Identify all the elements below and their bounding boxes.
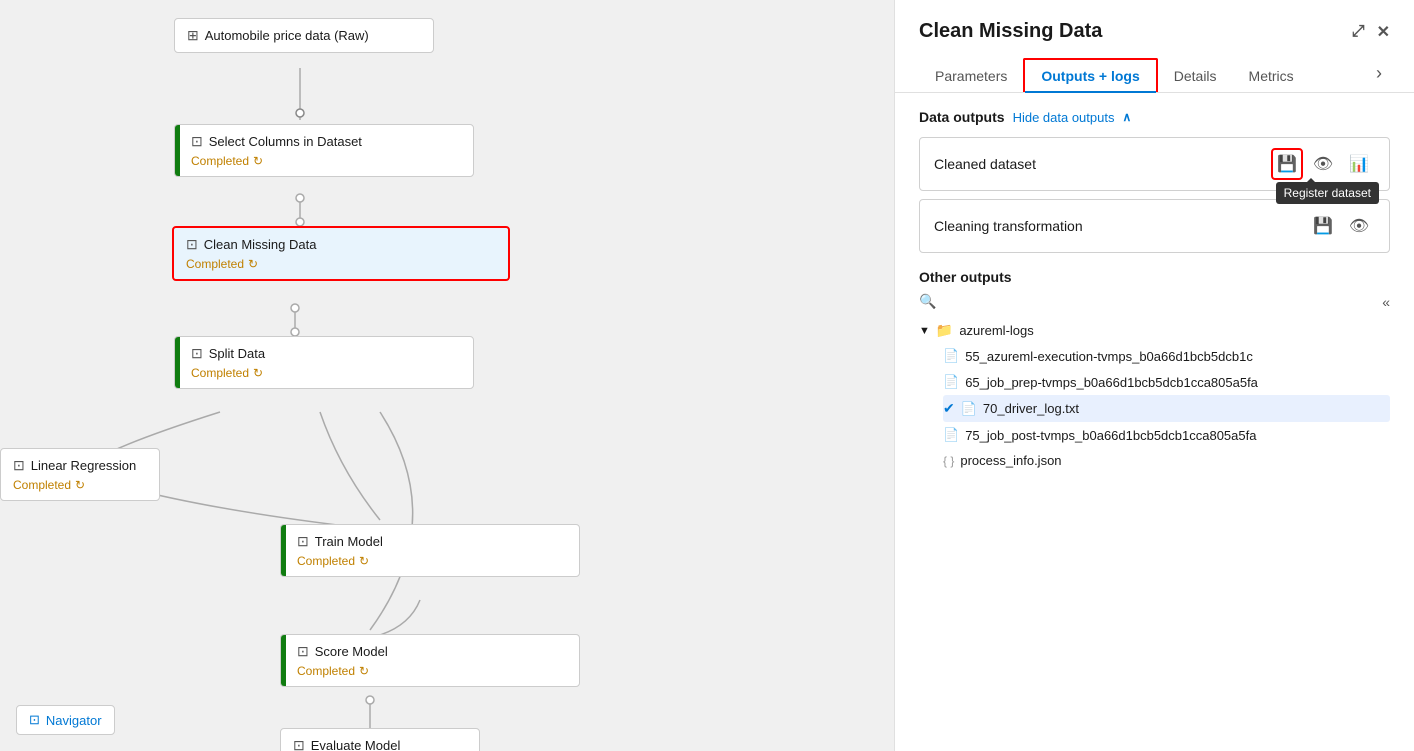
panel-body: Data outputs Hide data outputs ∧ Cleaned… xyxy=(895,93,1414,751)
azureml-logs-folder: ▼ 📁 azureml-logs 📄 55_azureml-execution-… xyxy=(919,318,1390,473)
panel-header: Clean Missing Data ⤢ ✕ Parameters Output… xyxy=(895,0,1414,93)
panel-title-text: Clean Missing Data xyxy=(919,20,1102,43)
chart-icon: 📊 xyxy=(1349,154,1369,174)
file-55[interactable]: 📄 55_azureml-execution-tvmps_b0a66d1bcb5… xyxy=(943,343,1390,369)
cleaned-dataset-label: Cleaned dataset xyxy=(934,156,1036,172)
navigator-icon: ⊡ xyxy=(29,712,40,728)
refresh-icon: ↻ xyxy=(75,478,85,492)
module-icon: ⊡ xyxy=(297,533,309,550)
node-train-model[interactable]: ⊡ Train Model Completed ↻ xyxy=(280,524,580,577)
refresh-icon: ↻ xyxy=(253,366,263,380)
panel-tabs: Parameters Outputs + logs Details Metric… xyxy=(919,55,1390,92)
search-icon: 🔍 xyxy=(919,293,936,310)
status-bar xyxy=(281,635,286,686)
file-70[interactable]: ✔ 📄 70_driver_log.txt xyxy=(943,395,1390,422)
file-process-info[interactable]: { } process_info.json xyxy=(943,448,1390,473)
node-select-columns[interactable]: ⊡ Select Columns in Dataset Completed ↻ xyxy=(174,124,474,177)
file-75[interactable]: 📄 75_job_post-tvmps_b0a66d1bcb5dcb1cca80… xyxy=(943,422,1390,448)
file-label: 70_driver_log.txt xyxy=(983,401,1390,416)
node-score-model[interactable]: ⊡ Score Model Completed ↻ xyxy=(280,634,580,687)
visualize-button[interactable]: 📊 xyxy=(1343,148,1375,180)
refresh-icon: ↻ xyxy=(359,554,369,568)
file-label: 75_job_post-tvmps_b0a66d1bcb5dcb1cca805a… xyxy=(965,428,1390,443)
node-status: Completed ↻ xyxy=(297,664,567,678)
refresh-icon: ↻ xyxy=(359,664,369,678)
node-automobile-price[interactable]: ⊞ Automobile price data (Raw) xyxy=(174,18,434,53)
json-file-icon: { } xyxy=(943,454,954,468)
data-icon: ⊞ xyxy=(187,27,199,44)
tabs-next-icon[interactable]: › xyxy=(1368,55,1390,92)
file-label: process_info.json xyxy=(960,453,1390,468)
save-icon: 💾 xyxy=(1277,154,1297,174)
data-outputs-label: Data outputs xyxy=(919,109,1005,125)
tab-outputs-logs[interactable]: Outputs + logs xyxy=(1023,58,1157,92)
file-label: 65_job_prep-tvmps_b0a66d1bcb5dcb1cca805a… xyxy=(965,375,1390,390)
check-icon: ✔ xyxy=(943,400,955,417)
register-tooltip: Register dataset xyxy=(1276,182,1379,204)
node-status: Completed ↻ xyxy=(191,366,461,380)
panel-title-row: Clean Missing Data ⤢ ✕ xyxy=(919,20,1390,43)
file-icon: 📄 xyxy=(943,427,959,443)
node-linear-regression[interactable]: ⊡ Linear Regression Completed ↻ xyxy=(0,448,160,501)
other-outputs-label: Other outputs xyxy=(919,269,1012,285)
other-outputs-search-row: 🔍 « xyxy=(919,293,1390,310)
node-clean-missing-data[interactable]: ⊡ Clean Missing Data Completed ↻ xyxy=(172,226,510,281)
data-output-cleaning-transformation: Cleaning transformation 💾 👁 xyxy=(919,199,1390,253)
refresh-icon: ↻ xyxy=(248,257,258,271)
file-icon: 📄 xyxy=(943,374,959,390)
file-icon: 📄 xyxy=(943,348,959,364)
node-split-data[interactable]: ⊡ Split Data Completed ↻ xyxy=(174,336,474,389)
close-icon[interactable]: ✕ xyxy=(1377,22,1390,42)
cleaning-transformation-label: Cleaning transformation xyxy=(934,218,1083,234)
right-panel: Clean Missing Data ⤢ ✕ Parameters Output… xyxy=(894,0,1414,751)
file-65[interactable]: 📄 65_job_prep-tvmps_b0a66d1bcb5dcb1cca80… xyxy=(943,369,1390,395)
cleaning-transformation-actions: 💾 👁 xyxy=(1307,210,1375,242)
module-icon: ⊡ xyxy=(293,737,305,751)
chevron-down-icon: ▼ xyxy=(919,325,930,337)
folder-children: 📄 55_azureml-execution-tvmps_b0a66d1bcb5… xyxy=(943,343,1390,473)
cleaned-dataset-actions: 💾 👁 📊 xyxy=(1271,148,1375,180)
file-label: 55_azureml-execution-tvmps_b0a66d1bcb5dc… xyxy=(965,349,1390,364)
register-dataset-button[interactable]: 💾 xyxy=(1271,148,1303,180)
tab-parameters[interactable]: Parameters xyxy=(919,60,1023,92)
file-icon: 📄 xyxy=(961,401,977,417)
module-icon: ⊡ xyxy=(191,133,203,150)
node-status: Completed ↻ xyxy=(13,478,147,492)
save-icon: 💾 xyxy=(1313,216,1333,236)
collapse-icon[interactable]: « xyxy=(1382,294,1390,310)
module-icon: ⊡ xyxy=(13,457,25,474)
node-status: Completed ↻ xyxy=(186,257,496,271)
node-status: Completed ↻ xyxy=(297,554,567,568)
module-icon: ⊡ xyxy=(186,236,198,253)
other-outputs-section: Other outputs 🔍 « ▼ 📁 azureml-logs xyxy=(919,269,1390,473)
view-output-button[interactable]: 👁 xyxy=(1307,148,1339,180)
eye-icon: 👁 xyxy=(1349,216,1369,236)
hide-data-outputs-link[interactable]: Hide data outputs xyxy=(1013,110,1115,125)
pipeline-canvas: ⊞ Automobile price data (Raw) ⊡ Select C… xyxy=(0,0,894,751)
data-output-cleaned-dataset: Cleaned dataset 💾 👁 📊 Register dataset xyxy=(919,137,1390,191)
other-outputs-header: Other outputs xyxy=(919,269,1390,285)
eye-icon: 👁 xyxy=(1313,154,1333,174)
tab-details[interactable]: Details xyxy=(1158,60,1233,92)
register-transformation-button[interactable]: 💾 xyxy=(1307,210,1339,242)
refresh-icon: ↻ xyxy=(253,154,263,168)
panel-title-icons: ⤢ ✕ xyxy=(1352,22,1390,42)
module-icon: ⊡ xyxy=(191,345,203,362)
expand-icon[interactable]: ⤢ xyxy=(1352,23,1365,41)
module-icon: ⊡ xyxy=(297,643,309,660)
folder-label: azureml-logs xyxy=(959,323,1033,338)
tab-metrics[interactable]: Metrics xyxy=(1233,60,1310,92)
data-outputs-header: Data outputs Hide data outputs ∧ xyxy=(919,109,1390,125)
node-evaluate-model[interactable]: ⊡ Evaluate Model xyxy=(280,728,480,751)
folder-icon: 📁 xyxy=(936,322,953,339)
file-tree: ▼ 📁 azureml-logs 📄 55_azureml-execution-… xyxy=(919,318,1390,473)
folder-header[interactable]: ▼ 📁 azureml-logs xyxy=(919,318,1390,343)
view-transformation-button[interactable]: 👁 xyxy=(1343,210,1375,242)
status-bar xyxy=(175,125,180,176)
navigator-button[interactable]: ⊡ Navigator xyxy=(16,705,115,735)
status-bar xyxy=(281,525,286,576)
node-status: Completed ↻ xyxy=(191,154,461,168)
status-bar xyxy=(175,337,180,388)
data-outputs-chevron[interactable]: ∧ xyxy=(1122,110,1131,124)
